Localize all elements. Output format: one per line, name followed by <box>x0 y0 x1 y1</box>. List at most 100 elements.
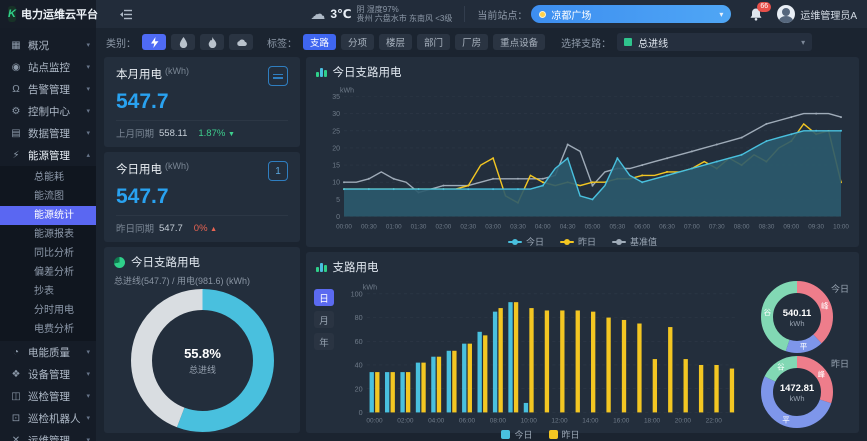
legend-item[interactable]: 昨日 <box>560 235 596 248</box>
sidebar-item-0[interactable]: ▦ 概况 ▾ <box>0 34 96 56</box>
sidebar-item-1[interactable]: ◉ 站点监控 ▾ <box>0 56 96 78</box>
collapse-sidebar-icon[interactable] <box>120 9 133 20</box>
temperature: 3℃ <box>330 7 351 21</box>
svg-text:07:30: 07:30 <box>709 224 725 231</box>
sidebar-item-10[interactable]: ✕ 运维管理 ▾ <box>0 429 96 441</box>
station-select[interactable]: 凉都广场 ▾ <box>531 5 731 23</box>
chevron-down-icon: ▾ <box>801 38 805 47</box>
sidebar-item-7[interactable]: ❖ 设备管理 ▾ <box>0 363 96 385</box>
sidebar-item-3[interactable]: ⚙ 控制中心 ▾ <box>0 100 96 122</box>
svg-text:10:00: 10:00 <box>521 418 538 425</box>
today-usage-value: 547.7 <box>116 185 288 209</box>
pie-chart-icon <box>114 257 125 268</box>
branch-bar-chart: kWh02040608010000:0002:0004:0006:0008:00… <box>340 279 741 428</box>
svg-text:20: 20 <box>355 384 363 393</box>
svg-text:08:00: 08:00 <box>490 418 507 425</box>
legend-item[interactable]: 今日 <box>508 235 544 248</box>
power-quality-icon: ◔ <box>10 347 22 358</box>
legend-item[interactable]: 基准值 <box>612 235 657 248</box>
sidebar-item-5[interactable]: ⚡ 能源管理 ▴ <box>0 144 96 166</box>
notifications-bell[interactable]: 66 <box>749 7 763 21</box>
line-card-title: 今日支路用电 <box>333 64 402 80</box>
month-compare-value: 558.11 <box>159 128 187 139</box>
chevron-down-icon: ▾ <box>86 348 90 356</box>
sidebar-item-6[interactable]: ◔ 电能质量 ▾ <box>0 341 96 363</box>
sidebar-subitem[interactable]: 能流图 <box>0 187 96 206</box>
sidebar-item-8[interactable]: ◫ 巡检管理 ▾ <box>0 385 96 407</box>
period-年-button[interactable]: 年 <box>314 333 334 350</box>
period-日-button[interactable]: 日 <box>314 289 334 306</box>
tag-厂房-button[interactable]: 厂房 <box>455 34 488 50</box>
overview-icon: ▦ <box>10 40 22 51</box>
category-steam-button[interactable] <box>229 34 253 50</box>
svg-text:14:00: 14:00 <box>582 418 599 425</box>
svg-text:08:00: 08:00 <box>734 224 750 231</box>
sidebar-submenu: 总能耗能流图能源统计能源报表同比分析偏差分析抄表分时用电电费分析 <box>0 166 96 341</box>
period-buttons: 日月年 <box>314 279 340 429</box>
energy-plug-icon: ⚡ <box>10 150 22 161</box>
svg-text:80: 80 <box>355 313 363 322</box>
cloud-icon <box>236 37 247 48</box>
month-card-title: 本月用电 <box>116 66 162 82</box>
svg-text:平: 平 <box>782 415 790 424</box>
tag-label: 标签： <box>267 35 297 50</box>
category-water-button[interactable] <box>171 34 195 50</box>
svg-text:平: 平 <box>800 341 808 350</box>
sidebar-subitem[interactable]: 电费分析 <box>0 320 96 339</box>
legend-item[interactable]: 昨日 <box>549 428 580 441</box>
clipboard-icon <box>268 66 288 86</box>
sidebar-subitem[interactable]: 总能耗 <box>0 168 96 187</box>
category-electricity-button[interactable] <box>142 34 166 50</box>
tag-分项-button[interactable]: 分项 <box>341 34 374 50</box>
today-delta: 0% ▲ <box>194 223 217 234</box>
svg-text:40: 40 <box>355 361 363 370</box>
branch-line-chart: kWh0510152025303500:0000:3001:0001:3002:… <box>306 82 859 235</box>
branch-line-card: 今日支路用电 kWh0510152025303500:0000:3001:000… <box>306 57 859 247</box>
filter-bar: 类别： 标签： 支路分项楼层部门厂房重点设备 选择支路： 总进线 ▾ <box>96 31 867 53</box>
month-usage-card: 本月用电 (kWh) 547.7 上月同期 558.11 1.87% ▼ <box>104 57 300 147</box>
branch-select[interactable]: 总进线 ▾ <box>617 33 812 51</box>
sidebar-subitem[interactable]: 能源统计 <box>0 206 96 225</box>
svg-text:0: 0 <box>359 408 363 417</box>
sidebar-item-9[interactable]: ⊡ 巡检机器人 ▾ <box>0 407 96 429</box>
svg-text:00:00: 00:00 <box>366 418 383 425</box>
svg-text:540.11: 540.11 <box>783 308 812 319</box>
control-center-icon: ⚙ <box>10 106 22 117</box>
water-drop-icon <box>178 37 189 48</box>
month-card-unit: (kWh) <box>165 66 189 76</box>
tag-支路-button[interactable]: 支路 <box>303 34 336 50</box>
sidebar-item-4[interactable]: ▤ 数据管理 ▾ <box>0 122 96 144</box>
tag-楼层-button[interactable]: 楼层 <box>379 34 412 50</box>
sidebar-item-2[interactable]: Ω 告警管理 ▾ <box>0 78 96 100</box>
username: 运维管理员A <box>800 7 857 22</box>
branch-donut-chart: 55.8%总进线 <box>104 287 300 433</box>
svg-text:06:00: 06:00 <box>459 418 476 425</box>
svg-text:07:00: 07:00 <box>684 224 700 231</box>
tag-重点设备-button[interactable]: 重点设备 <box>493 34 545 50</box>
svg-text:谷: 谷 <box>764 307 772 316</box>
svg-text:09:00: 09:00 <box>783 224 799 231</box>
svg-text:00:00: 00:00 <box>336 224 352 231</box>
sidebar-subitem[interactable]: 抄表 <box>0 282 96 301</box>
sidebar-subitem[interactable]: 能源报表 <box>0 225 96 244</box>
bar-card-title: 支路用电 <box>333 259 379 275</box>
yesterday-pie-chart: 峰平谷1472.81kWh昨日 <box>741 355 853 429</box>
svg-text:02:00: 02:00 <box>436 224 452 231</box>
tag-部门-button[interactable]: 部门 <box>417 34 450 50</box>
sidebar-subitem[interactable]: 同比分析 <box>0 244 96 263</box>
period-月-button[interactable]: 月 <box>314 311 334 328</box>
svg-text:18:00: 18:00 <box>644 418 661 425</box>
user-avatar[interactable] <box>777 5 795 23</box>
category-gas-button[interactable] <box>200 34 224 50</box>
branch-value: 总进线 <box>638 35 795 50</box>
sidebar-subitem[interactable]: 偏差分析 <box>0 263 96 282</box>
svg-text:35: 35 <box>332 94 340 101</box>
tools-icon: ✕ <box>10 435 22 441</box>
svg-text:kWh: kWh <box>340 88 354 95</box>
chevron-up-icon: ▴ <box>86 151 90 159</box>
sidebar-subitem[interactable]: 分时用电 <box>0 301 96 320</box>
legend-item[interactable]: 今日 <box>501 428 532 441</box>
weather-widget: ☁ 3℃ 阴 湿度97% 贵州 六盘水市 东南风 <3级 <box>310 5 452 23</box>
svg-text:08:30: 08:30 <box>759 224 775 231</box>
donut-corner-label: 今日 <box>831 282 849 295</box>
